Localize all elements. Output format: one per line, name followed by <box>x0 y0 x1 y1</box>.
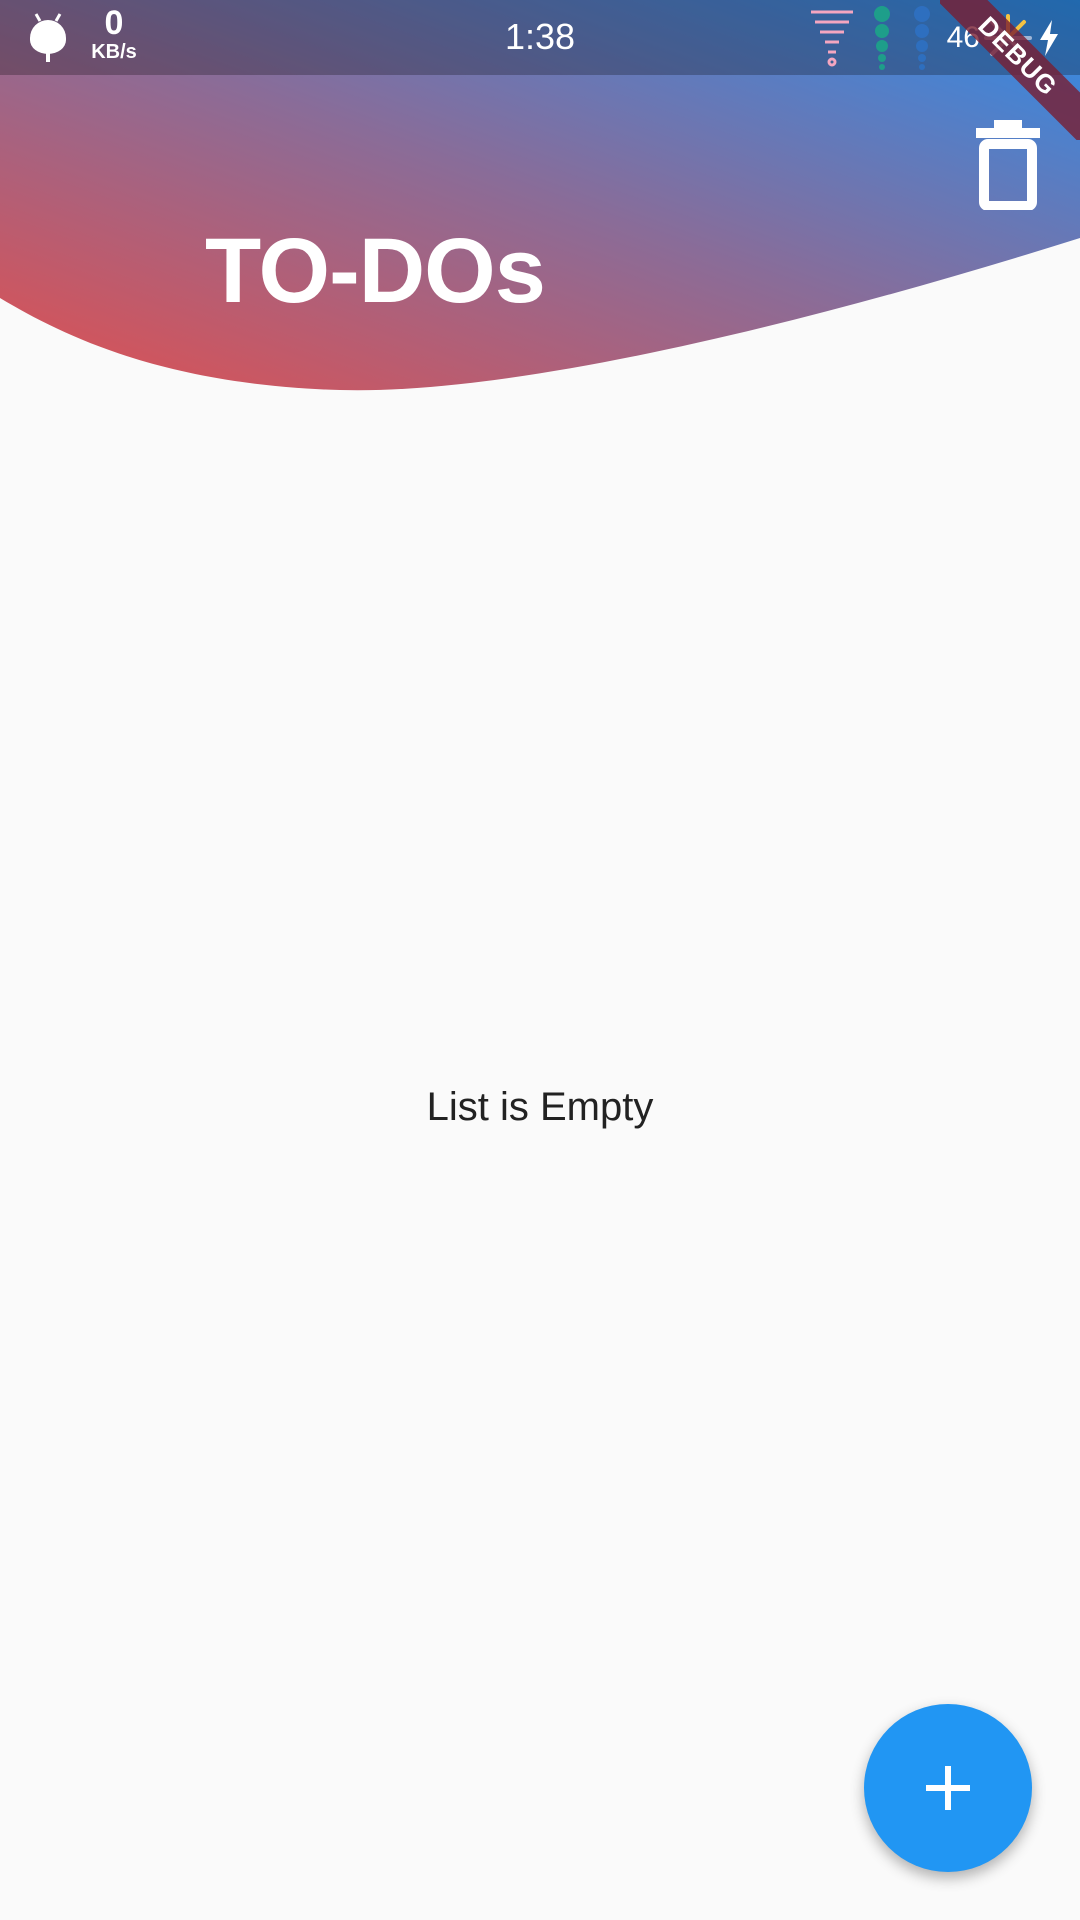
charging-icon <box>1040 20 1058 56</box>
status-icons: 46 <box>809 6 1060 70</box>
empty-list-message: List is Empty <box>426 1085 654 1129</box>
signal-dots-icon <box>913 6 930 70</box>
signal-dots-icon <box>873 6 890 70</box>
add-todo-button[interactable] <box>864 1704 1032 1872</box>
plus-icon <box>926 1766 970 1810</box>
delete-all-button[interactable] <box>968 120 1048 211</box>
page-title: TO-DOs <box>205 220 546 322</box>
battery-level: 46 <box>946 21 980 54</box>
status-bar: 0 KB/s 1:38 46 <box>0 0 1080 75</box>
delete-icon <box>976 120 1040 211</box>
pinwheel-icon <box>984 14 1032 56</box>
notification-icon <box>810 10 853 67</box>
